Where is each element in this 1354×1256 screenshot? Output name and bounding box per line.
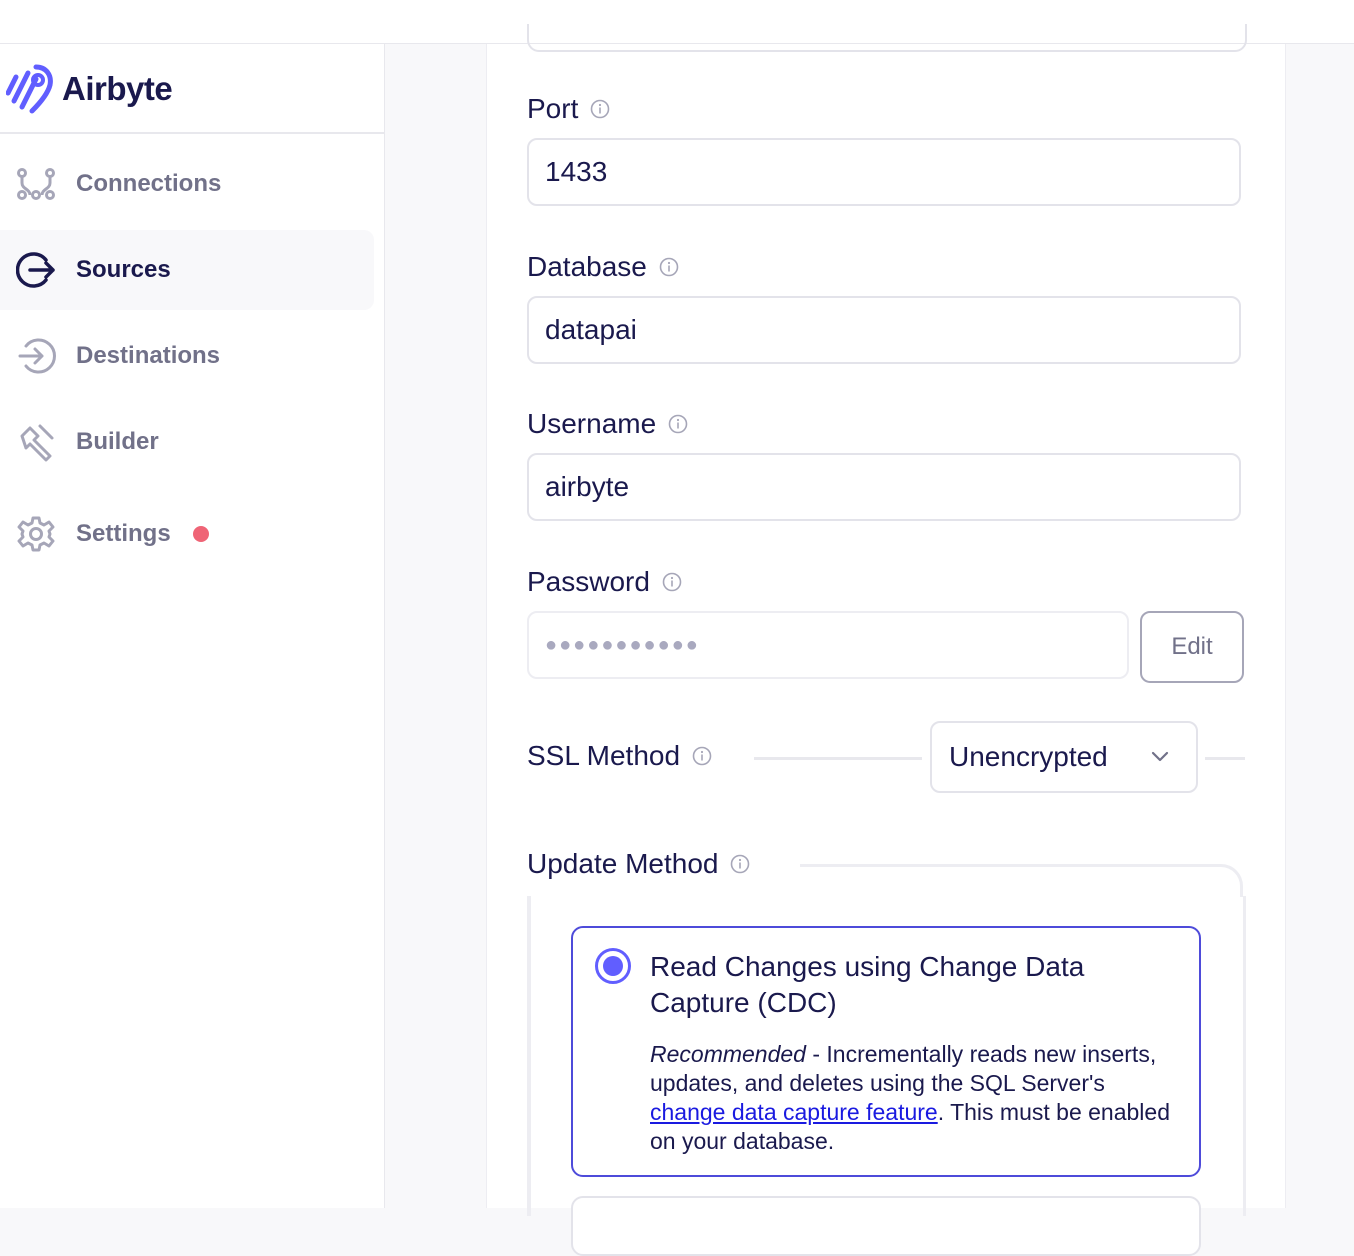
ssl-method-label: SSL Method	[527, 740, 712, 772]
airbyte-logo[interactable]: Airbyte	[6, 62, 173, 116]
port-input[interactable]: 1433	[527, 138, 1241, 206]
sidebar-item-connections[interactable]: Connections	[0, 144, 374, 224]
update-method-option-next[interactable]	[571, 1196, 1201, 1256]
source-settings-panel: Port 1433 Database datapai Username airb…	[486, 24, 1286, 1256]
previous-field-input[interactable]	[527, 24, 1247, 52]
password-mask: ●●●●●●●●●●●	[545, 633, 700, 656]
recommended-label: Recommended	[650, 1041, 806, 1067]
chevron-down-icon	[1151, 751, 1169, 762]
sidebar: Airbyte Connections Sources Destinations…	[0, 44, 385, 1208]
cdc-option-title: Read Changes using Change Data Capture (…	[650, 951, 1085, 1018]
password-input[interactable]: ●●●●●●●●●●●	[527, 611, 1129, 679]
sidebar-item-destinations[interactable]: Destinations	[0, 316, 374, 396]
info-icon[interactable]	[662, 572, 682, 592]
builder-icon	[16, 422, 56, 462]
password-edit-button[interactable]: Edit	[1140, 611, 1244, 683]
ssl-method-select[interactable]: Unencrypted	[930, 721, 1198, 793]
gear-icon	[16, 514, 56, 554]
cdc-docs-link[interactable]: change data capture feature	[650, 1099, 938, 1125]
destinations-icon	[16, 336, 56, 376]
info-icon[interactable]	[730, 854, 750, 874]
connections-icon	[16, 164, 56, 204]
app-name: Airbyte	[62, 70, 173, 107]
ssl-divider-line-end	[1205, 757, 1245, 760]
cdc-radio[interactable]	[595, 948, 631, 984]
info-icon[interactable]	[659, 257, 679, 277]
sidebar-item-label: Settings	[76, 520, 171, 547]
notification-dot	[193, 526, 209, 542]
radio-selected-dot	[603, 956, 623, 976]
sidebar-item-label: Destinations	[76, 342, 221, 369]
port-label: Port	[527, 93, 610, 125]
sidebar-divider	[0, 132, 384, 134]
username-label: Username	[527, 408, 688, 440]
info-icon[interactable]	[692, 746, 712, 766]
info-icon[interactable]	[590, 99, 610, 119]
update-method-option-cdc[interactable]: Read Changes using Change Data Capture (…	[571, 926, 1201, 1177]
cdc-option-description: Recommended - Incrementally reads new in…	[650, 1041, 1170, 1154]
update-method-group-border	[800, 864, 1243, 897]
sidebar-item-sources[interactable]: Sources	[0, 230, 374, 310]
sources-icon	[16, 250, 56, 290]
sidebar-item-label: Builder	[76, 428, 159, 455]
sidebar-item-builder[interactable]: Builder	[0, 402, 374, 482]
database-label: Database	[527, 251, 679, 283]
sidebar-item-settings[interactable]: Settings	[0, 494, 374, 574]
ssl-divider-line	[754, 757, 922, 760]
password-label: Password	[527, 566, 682, 598]
info-icon[interactable]	[668, 414, 688, 434]
ssl-method-value: Unencrypted	[949, 741, 1108, 772]
database-input[interactable]: datapai	[527, 296, 1241, 364]
airbyte-logo-icon	[6, 64, 53, 114]
sidebar-item-label: Sources	[76, 256, 171, 283]
username-input[interactable]: airbyte	[527, 453, 1241, 521]
sidebar-item-label: Connections	[76, 170, 222, 197]
update-method-label: Update Method	[527, 848, 750, 880]
